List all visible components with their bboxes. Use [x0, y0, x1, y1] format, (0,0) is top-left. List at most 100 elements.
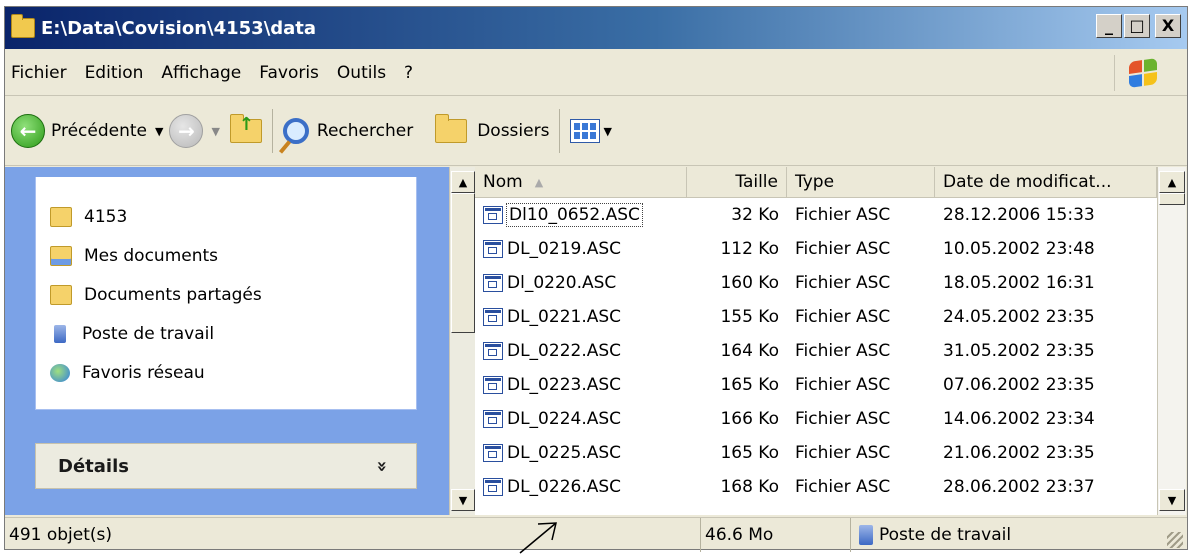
file-row[interactable]: Dl_0220.ASC 160 Ko Fichier ASC 18.05.200… — [475, 266, 1157, 300]
file-name[interactable]: DL_0225.ASC — [507, 443, 621, 463]
menu-help[interactable]: ? — [395, 63, 422, 83]
file-list: Nom ▲ Taille Type Date de modificat... D… — [475, 167, 1157, 515]
file-name[interactable]: DL_0223.ASC — [507, 375, 621, 395]
file-type: Fichier ASC — [795, 341, 891, 361]
file-row[interactable]: DL_0224.ASC 166 Ko Fichier ASC 14.06.200… — [475, 402, 1157, 436]
title-bar[interactable]: E:\Data\Covision\4153\data _ □ X — [5, 7, 1187, 49]
search-button[interactable]: Rechercher — [282, 118, 413, 144]
window-controls: _ □ X — [1096, 14, 1181, 38]
maximize-button[interactable]: □ — [1124, 14, 1150, 38]
file-name[interactable]: Dl_0220.ASC — [507, 273, 616, 293]
my-documents-icon — [50, 245, 72, 266]
column-header-size[interactable]: Taille — [687, 167, 787, 197]
back-dropdown-icon[interactable]: ▼ — [155, 125, 163, 138]
status-object-count: 491 objet(s) — [5, 518, 701, 552]
views-button[interactable]: ▼ — [570, 119, 617, 143]
computer-icon — [859, 525, 873, 545]
close-button[interactable]: X — [1155, 14, 1181, 38]
minimize-button[interactable]: _ — [1096, 14, 1122, 38]
file-size: 32 Ko — [731, 205, 779, 225]
asc-file-icon — [483, 342, 503, 360]
file-name[interactable]: DL_0221.ASC — [507, 307, 621, 327]
toolbar-separator — [559, 109, 561, 153]
file-name[interactable]: Dl10_0652.ASC — [506, 203, 643, 227]
place-link-mes-documents[interactable]: Mes documents — [36, 236, 416, 275]
file-name[interactable]: DL_0226.ASC — [507, 477, 621, 497]
column-header-name[interactable]: Nom ▲ — [475, 167, 687, 197]
file-size: 160 Ko — [720, 273, 779, 293]
scroll-down-button[interactable]: ▼ — [451, 489, 475, 511]
file-size: 165 Ko — [720, 375, 779, 395]
place-link-favoris-reseau[interactable]: Favoris réseau — [36, 353, 416, 392]
menu-affichage[interactable]: Affichage — [152, 63, 250, 83]
back-arrow-icon: ← — [11, 114, 45, 148]
scroll-thumb[interactable] — [451, 193, 475, 333]
back-button[interactable]: ← Précédente ▼ — [5, 114, 169, 148]
forward-arrow-icon: → — [169, 114, 204, 148]
file-row[interactable]: Dl10_0652.ASC 32 Ko Fichier ASC 28.12.20… — [475, 198, 1157, 232]
place-link-4153[interactable]: 4153 — [36, 197, 416, 236]
file-date: 21.06.2002 23:35 — [943, 443, 1095, 463]
file-size: 112 Ko — [720, 239, 779, 259]
file-row[interactable]: DL_0221.ASC 155 Ko Fichier ASC 24.05.200… — [475, 300, 1157, 334]
other-places-panel: 4153 Mes documents Documents partagés Po… — [35, 177, 417, 410]
menu-fichier[interactable]: Fichier — [5, 63, 76, 83]
file-row[interactable]: DL_0226.ASC 168 Ko Fichier ASC 28.06.200… — [475, 470, 1157, 504]
file-type: Fichier ASC — [795, 273, 891, 293]
resize-grip[interactable] — [1167, 532, 1183, 548]
folder-icon — [50, 284, 72, 305]
file-row[interactable]: DL_0225.ASC 165 Ko Fichier ASC 21.06.200… — [475, 436, 1157, 470]
asc-file-icon — [483, 308, 503, 326]
file-list-scrollbar[interactable]: ▲ ▼ — [1157, 167, 1186, 515]
place-link-poste-de-travail[interactable]: Poste de travail — [36, 314, 416, 353]
menu-edition[interactable]: Edition — [76, 63, 153, 83]
file-name[interactable]: DL_0219.ASC — [507, 239, 621, 259]
asc-file-icon — [483, 478, 503, 496]
chevron-down-icon: » — [371, 460, 393, 472]
scroll-up-button[interactable]: ▲ — [451, 171, 475, 193]
status-bar: 491 objet(s) 46.6 Mo Poste de travail — [5, 517, 1187, 552]
back-label: Précédente — [51, 121, 147, 141]
up-folder-button[interactable]: ↑ — [229, 114, 262, 143]
menu-outils[interactable]: Outils — [328, 63, 395, 83]
forward-button[interactable]: → ▼ — [169, 114, 225, 148]
file-row[interactable]: DL_0223.ASC 165 Ko Fichier ASC 07.06.200… — [475, 368, 1157, 402]
file-size: 166 Ko — [720, 409, 779, 429]
file-date: 31.05.2002 23:35 — [943, 341, 1095, 361]
column-header-type[interactable]: Type — [787, 167, 935, 197]
task-pane-scrollbar[interactable]: ▲ ▼ — [449, 167, 476, 515]
file-type: Fichier ASC — [795, 307, 891, 327]
file-name[interactable]: DL_0224.ASC — [507, 409, 621, 429]
computer-icon — [54, 324, 66, 343]
status-location: Poste de travail — [851, 518, 1187, 552]
file-type: Fichier ASC — [795, 205, 891, 225]
column-header-row: Nom ▲ Taille Type Date de modificat... — [475, 167, 1157, 198]
file-row[interactable]: DL_0219.ASC 112 Ko Fichier ASC 10.05.200… — [475, 232, 1157, 266]
scroll-up-button[interactable]: ▲ — [1159, 171, 1185, 193]
up-folder-icon: ↑ — [229, 114, 262, 143]
forward-dropdown-icon[interactable]: ▼ — [211, 125, 219, 138]
file-date: 28.12.2006 15:33 — [943, 205, 1095, 225]
file-name[interactable]: DL_0222.ASC — [507, 341, 621, 361]
column-header-date[interactable]: Date de modificat... — [935, 167, 1157, 197]
folders-icon — [435, 114, 468, 143]
network-icon — [50, 363, 70, 382]
details-panel-header[interactable]: Détails » — [35, 443, 417, 489]
details-label: Détails — [58, 455, 129, 477]
menu-favoris[interactable]: Favoris — [250, 63, 328, 83]
file-row[interactable]: DL_0222.ASC 164 Ko Fichier ASC 31.05.200… — [475, 334, 1157, 368]
scroll-down-button[interactable]: ▼ — [1159, 489, 1185, 511]
place-link-documents-partages[interactable]: Documents partagés — [36, 275, 416, 314]
file-size: 168 Ko — [720, 477, 779, 497]
place-label: Documents partagés — [84, 284, 262, 305]
folder-icon — [11, 14, 35, 38]
asc-file-icon — [483, 410, 503, 428]
asc-file-icon — [483, 376, 503, 394]
folders-button[interactable]: Dossiers — [435, 114, 549, 143]
views-dropdown-icon[interactable]: ▼ — [603, 125, 611, 138]
status-total-size: 46.6 Mo — [701, 518, 851, 552]
explorer-window: E:\Data\Covision\4153\data _ □ X Fichier… — [4, 6, 1188, 552]
scroll-thumb[interactable] — [1159, 193, 1185, 205]
file-date: 10.05.2002 23:48 — [943, 239, 1095, 259]
asc-file-icon — [483, 444, 503, 462]
